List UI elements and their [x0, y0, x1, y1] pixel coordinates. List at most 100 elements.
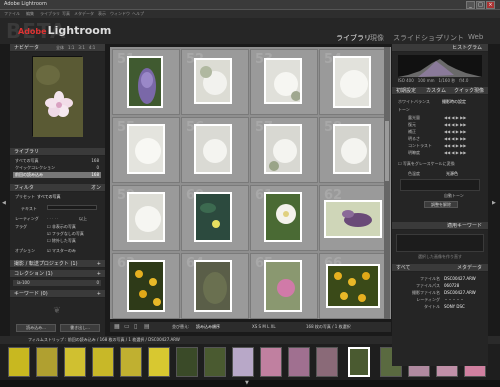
filter-flag-rejected[interactable]: ☐ 除外した写真	[47, 238, 76, 244]
metadata-rating-value[interactable]: ・・・・・	[444, 297, 464, 303]
grid-thumbnail[interactable]	[194, 260, 232, 312]
grid-cell[interactable]: 63	[112, 253, 180, 319]
auto-tone-button[interactable]: 自動トーン	[444, 193, 464, 199]
navigator-preview[interactable]	[32, 56, 83, 137]
menu-file[interactable]: ファイル	[4, 11, 20, 17]
metadata-header[interactable]: すべて メタデータ	[392, 264, 488, 272]
filmstrip-thumbnail[interactable]	[204, 347, 226, 377]
library-header[interactable]: ライブラリ	[10, 148, 105, 156]
grid-cell[interactable]: 52	[181, 49, 249, 115]
collections-header[interactable]: コレクション (1) +	[10, 270, 105, 278]
filmstrip-thumbnail[interactable]	[316, 347, 338, 377]
white-balance-select[interactable]: 撮影時の設定	[442, 99, 466, 105]
module-print[interactable]: プリント	[436, 33, 464, 43]
filter-header[interactable]: フィルタ オン	[10, 184, 105, 192]
filmstrip-thumbnail[interactable]	[260, 347, 282, 377]
grid-cell[interactable]: 60	[181, 185, 249, 251]
filter-text-input[interactable]	[47, 205, 97, 210]
minimize-button[interactable]: _	[466, 1, 475, 9]
grid-thumbnail[interactable]	[127, 192, 165, 242]
exposure-stepper[interactable]: ◀◀ ◀ ▶ ▶▶	[444, 115, 466, 120]
grid-cell[interactable]: 54	[319, 49, 387, 115]
metadata-filename-value[interactable]: DSC00427.ARW	[444, 276, 476, 281]
filter-preset-select[interactable]: すべての写真	[37, 194, 61, 200]
contrast-stepper[interactable]: ◀◀ ◀ ▶ ▶▶	[444, 143, 466, 148]
loupe-view-icon[interactable]: ▭	[124, 323, 130, 330]
filmstrip-thumbnail[interactable]	[288, 347, 310, 377]
filmstrip-thumbnail[interactable]	[8, 347, 30, 377]
thumbnail-size-options[interactable]: XS S M L XL	[252, 324, 276, 329]
grid-cell[interactable]: 66	[319, 253, 387, 319]
keyword-input[interactable]	[396, 234, 484, 252]
recovery-stepper[interactable]: ◀◀ ◀ ▶ ▶▶	[444, 122, 466, 127]
filmstrip-thumbnail[interactable]	[176, 347, 198, 377]
filmstrip-thumbnail[interactable]	[36, 347, 58, 377]
grid-thumbnail[interactable]	[333, 56, 371, 108]
quick-develop-preset[interactable]: カスタム	[426, 87, 446, 95]
filter-flag-unflagged[interactable]: ☑ フラグなしの写真	[47, 231, 84, 237]
grid-cell[interactable]: 61	[250, 185, 318, 251]
bottom-panel-toggle-icon[interactable]: ▼	[245, 380, 249, 386]
filmstrip-thumbnail[interactable]	[92, 347, 114, 377]
grid-cell[interactable]: 65	[250, 253, 318, 319]
clarity-stepper[interactable]: ◀◀ ◀ ▶ ▶▶	[444, 150, 466, 155]
grid-scrollbar[interactable]	[384, 47, 390, 319]
keywording-header[interactable]: 適用キーワード	[392, 222, 488, 230]
maximize-button[interactable]: □	[476, 1, 485, 9]
compare-view-icon[interactable]: ▯	[134, 323, 137, 330]
metadata-preset-select[interactable]: すべて	[396, 265, 410, 271]
filter-flag-hidden[interactable]: ☐ 非表示の写真	[47, 224, 76, 230]
menu-view[interactable]: 表示	[98, 11, 106, 17]
filmstrip-thumbnail[interactable]	[120, 347, 142, 377]
grid-thumbnail[interactable]	[127, 56, 163, 108]
metadata-title-value[interactable]: SONY DSC	[444, 304, 465, 309]
menu-library[interactable]: ライブラリ	[40, 11, 60, 17]
menu-help[interactable]: ヘルプ	[132, 11, 144, 17]
grid-cell[interactable]: 62	[319, 185, 387, 251]
grid-thumbnail[interactable]	[194, 58, 232, 104]
grid-thumbnail[interactable]	[333, 124, 371, 174]
grid-thumbnail[interactable]	[194, 124, 232, 174]
add-collection-icon[interactable]: +	[97, 270, 101, 278]
reset-all-button[interactable]: 調整を解除	[424, 201, 458, 208]
filmstrip-thumbnail[interactable]	[148, 347, 170, 377]
grid-thumbnail[interactable]	[264, 58, 302, 104]
add-keyword-icon[interactable]: +	[97, 290, 101, 298]
grid-thumbnail[interactable]	[264, 260, 302, 312]
grid-thumbnail[interactable]	[194, 192, 232, 242]
grid-thumbnail[interactable]	[127, 260, 165, 312]
grid-cell[interactable]: 57	[250, 117, 318, 183]
module-web[interactable]: Web	[468, 33, 483, 41]
filmstrip-thumbnail[interactable]	[64, 347, 86, 377]
library-item-previous-import[interactable]: 前回の読み込み 168	[13, 172, 101, 178]
left-panel-collapse-icon[interactable]: ◀	[2, 200, 6, 206]
histogram-header[interactable]: ヒストグラム	[392, 44, 488, 52]
menu-metadata[interactable]: メタデータ	[74, 11, 94, 17]
grid-cell[interactable]: 53	[250, 49, 318, 115]
grid-view-icon[interactable]: ▦	[114, 323, 120, 330]
grid-thumbnail[interactable]	[264, 192, 302, 242]
filter-toggle[interactable]: オン	[91, 184, 101, 192]
library-item-quick-collection[interactable]: クイックコレクション 0	[13, 165, 101, 171]
menu-photo[interactable]: 写真	[62, 11, 70, 17]
library-item-all-photos[interactable]: すべての写真 168	[13, 158, 101, 164]
grid-cell[interactable]: 55	[112, 117, 180, 183]
close-button[interactable]: ×	[486, 1, 495, 9]
grid-cell[interactable]: 51	[112, 49, 180, 115]
add-project-icon[interactable]: +	[97, 260, 101, 268]
filter-rating-stars[interactable]: · · · · ·	[47, 216, 58, 221]
grid-cell[interactable]: 59	[112, 185, 180, 251]
export-button[interactable]: 書き出し...	[60, 324, 100, 332]
module-develop[interactable]: 現像	[370, 33, 384, 43]
metadata-filepath-value[interactable]: 060728	[444, 283, 459, 288]
module-library[interactable]: ライブラリ	[336, 33, 371, 43]
filter-rating-operator[interactable]: 以上	[79, 216, 87, 222]
keywords-header[interactable]: キーワード (0) +	[10, 290, 105, 298]
grid-thumbnail[interactable]	[324, 200, 382, 238]
grayscale-checkbox[interactable]: ☐ 写真をグレースケールに変換	[398, 161, 455, 167]
quick-develop-header[interactable]: 初期設定 カスタム クイック現像	[392, 87, 488, 95]
grid-cell[interactable]: 64	[181, 253, 249, 319]
navigator-header[interactable]: ナビゲータ 全体 1:1 3:1 4:1	[10, 44, 105, 52]
import-button[interactable]: 読み込み...	[16, 324, 56, 332]
module-slideshow[interactable]: スライドショー	[393, 33, 442, 43]
